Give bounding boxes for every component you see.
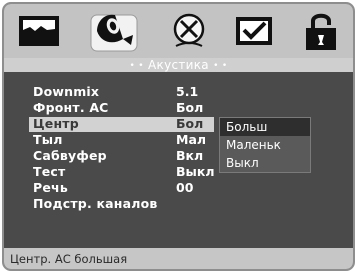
setting-label: Фронт. АС	[33, 100, 109, 115]
picture-icon	[19, 16, 59, 46]
setting-label: Сабвуфер	[33, 148, 107, 163]
title-dots-right: • •	[213, 61, 228, 71]
tab-bar	[4, 4, 353, 58]
status-bar: Центр. АС большая	[4, 248, 353, 269]
setup-menu-window: • • Акустика • • Downmix 5.1 Фронт. АС Б…	[2, 2, 355, 271]
setting-label: Центр	[33, 116, 79, 131]
dropdown-option-large[interactable]: Больш	[220, 118, 310, 136]
setting-value: Вкл	[176, 148, 204, 163]
setting-value: Бол	[176, 100, 204, 115]
title-dots-left: • •	[129, 61, 144, 71]
setting-row-speech[interactable]: Речь 00	[33, 180, 333, 196]
setting-label: Речь	[33, 180, 68, 195]
setting-label: Подстр. каналов	[33, 196, 158, 211]
tab-checkbox[interactable]	[224, 6, 284, 56]
menu-title-text: Акустика	[148, 58, 209, 72]
tab-speaker[interactable]	[84, 6, 144, 56]
dropdown-option-small[interactable]: Маленьк	[220, 136, 310, 154]
setting-row-downmix[interactable]: Downmix 5.1	[33, 84, 333, 100]
lock-icon	[306, 13, 336, 50]
setting-label: Downmix	[33, 84, 100, 99]
setting-row-front-speakers[interactable]: Фронт. АС Бол	[33, 100, 333, 116]
dropdown-option-off[interactable]: Выкл	[220, 154, 310, 172]
status-text: Центр. АС большая	[10, 252, 128, 266]
center-size-dropdown: Больш Маленьк Выкл	[219, 117, 311, 173]
tab-picture[interactable]	[9, 6, 69, 56]
checkbox-icon	[236, 17, 272, 45]
setting-value: Выкл	[176, 164, 215, 179]
setting-value: 5.1	[176, 84, 199, 99]
setting-label: Тест	[33, 164, 66, 179]
setting-row-channel-adjust[interactable]: Подстр. каналов	[33, 196, 333, 212]
setting-value: Мал	[176, 132, 207, 147]
menu-title: • • Акустика • •	[4, 58, 353, 73]
setting-value: Бол	[176, 116, 204, 131]
speaker-icon	[90, 14, 138, 52]
disc-icon	[173, 13, 205, 47]
tab-disc[interactable]	[159, 6, 219, 56]
tab-lock[interactable]	[291, 6, 351, 56]
setting-label: Тыл	[33, 132, 63, 147]
setting-value: 00	[176, 180, 194, 195]
